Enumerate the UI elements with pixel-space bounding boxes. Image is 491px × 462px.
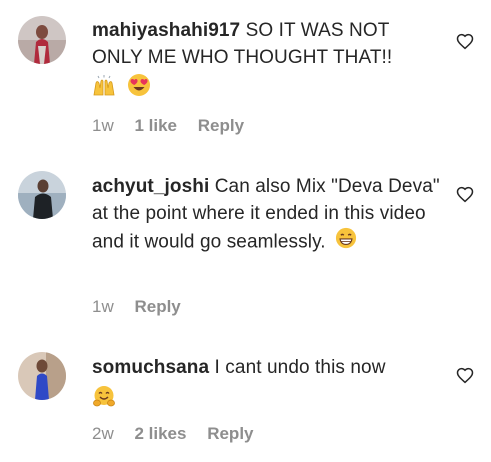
heart-outline-icon[interactable] xyxy=(456,186,474,204)
raising-hands-emoji xyxy=(92,74,116,105)
avatar[interactable] xyxy=(18,171,66,219)
reply-button[interactable]: Reply xyxy=(198,116,244,135)
comment-time: 1w xyxy=(92,297,114,316)
avatar[interactable] xyxy=(18,16,66,64)
reply-button[interactable]: Reply xyxy=(134,297,180,316)
comment-body: I cant undo this now xyxy=(214,357,386,378)
comment-username[interactable]: achyut_joshi xyxy=(92,176,209,197)
comment-username[interactable]: somuchsana xyxy=(92,357,209,378)
comment-time: 2w xyxy=(92,424,114,443)
avatar[interactable] xyxy=(18,352,66,400)
comment-username[interactable]: mahiyashahi917 xyxy=(92,20,240,41)
comment-meta: 2w 2 likes Reply xyxy=(92,424,270,444)
comment-meta: 1w Reply xyxy=(92,297,197,317)
comment-likes-link[interactable]: 2 likes xyxy=(134,424,186,443)
comment-time: 1w xyxy=(92,116,114,135)
hugging-face-emoji xyxy=(92,385,116,418)
heart-eyes-emoji xyxy=(127,73,151,106)
comment-text-block: achyut_joshi Can also Mix "Deva Deva" at… xyxy=(92,174,440,258)
heart-outline-icon[interactable] xyxy=(456,367,474,385)
grinning-face-emoji xyxy=(335,227,357,258)
comment-likes-link[interactable]: 1 like xyxy=(134,116,177,135)
heart-outline-icon[interactable] xyxy=(456,33,474,51)
comment-text-block: mahiyashahi917 SO IT WAS NOT ONLY ME WHO… xyxy=(92,18,440,99)
comment-meta: 1w 1 like Reply xyxy=(92,116,260,136)
comment-text-block: somuchsana I cant undo this now xyxy=(92,355,440,411)
reply-button[interactable]: Reply xyxy=(207,424,253,443)
